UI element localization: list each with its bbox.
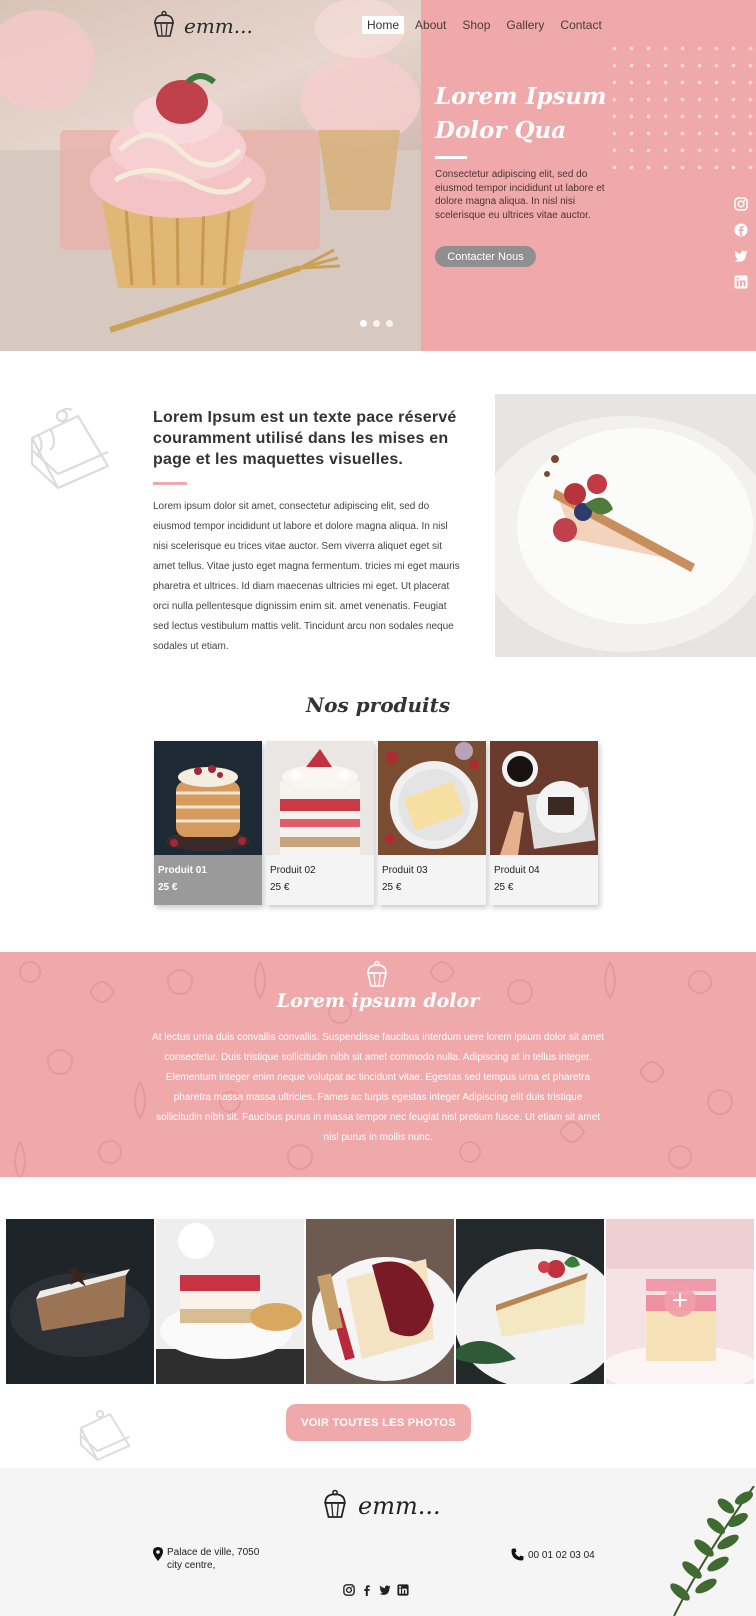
- nav-gallery[interactable]: Gallery: [501, 16, 549, 34]
- slider-dot-2[interactable]: [373, 320, 380, 327]
- product-name: Produit 04: [494, 865, 540, 876]
- cupcake-icon: [322, 1488, 348, 1524]
- slider-dots: [360, 320, 393, 327]
- footer-logo-text: emm...: [358, 1492, 441, 1520]
- phone-icon: [511, 1546, 524, 1565]
- product-image: [266, 741, 374, 855]
- product-name: Produit 03: [382, 865, 428, 876]
- hero-cupcake-photo: [0, 0, 421, 351]
- product-card[interactable]: Produit 02 25 €: [266, 741, 374, 905]
- product-price: 25 €: [158, 882, 178, 893]
- product-price: 25 €: [270, 882, 290, 893]
- slider-dot-1[interactable]: [360, 320, 367, 327]
- cupcake-icon: [364, 960, 390, 992]
- gallery-photo[interactable]: [6, 1219, 154, 1384]
- products-title: Nos produits: [305, 693, 451, 717]
- pink-info-band: Lorem ipsum dolor At lectus urna duis co…: [0, 952, 756, 1177]
- hero-title: Lorem Ipsum Dolor Qua: [435, 83, 607, 144]
- product-image: [154, 741, 262, 855]
- product-image: [378, 741, 486, 855]
- intro-heading-underline: [153, 482, 187, 485]
- nav-shop[interactable]: Shop: [457, 16, 495, 34]
- nav-about[interactable]: About: [410, 16, 451, 34]
- facebook-icon[interactable]: [361, 1581, 373, 1596]
- footer: emm... Palace de ville, 7050 city centre…: [0, 1468, 756, 1616]
- footer-logo[interactable]: emm...: [322, 1488, 441, 1524]
- product-name: Produit 01: [158, 865, 207, 876]
- product-card[interactable]: Produit 01 25 €: [154, 741, 262, 905]
- gallery-photo[interactable]: [306, 1219, 454, 1384]
- cupcake-icon: [152, 10, 176, 42]
- intro-heading: Lorem Ipsum est un texte pace réservé co…: [153, 409, 457, 468]
- hero-text: Consectetur adipiscing elit, sed do eius…: [435, 169, 605, 221]
- product-card[interactable]: Produit 03 25 €: [378, 741, 486, 905]
- contact-button[interactable]: Contacter Nous: [435, 246, 536, 267]
- cheesecake-photo: [495, 394, 756, 657]
- address-line-1: Palace de ville, 7050: [167, 1547, 260, 1558]
- product-price: 25 €: [382, 882, 402, 893]
- expand-plus-icon[interactable]: +: [664, 1285, 696, 1317]
- location-pin-icon: [153, 1546, 163, 1572]
- twitter-icon[interactable]: [734, 248, 748, 262]
- product-price: 25 €: [494, 882, 514, 893]
- phone-number: 00 01 02 03 04: [528, 1550, 595, 1561]
- twitter-icon[interactable]: [379, 1581, 391, 1595]
- product-image: [490, 741, 598, 855]
- nav-home[interactable]: Home: [362, 16, 405, 34]
- band-title: Lorem ipsum dolor: [276, 990, 480, 1012]
- gallery-photo[interactable]: [456, 1219, 604, 1384]
- logo-text: emm...: [184, 14, 253, 38]
- linkedin-icon[interactable]: [397, 1581, 409, 1596]
- gallery-photo[interactable]: +: [606, 1219, 754, 1384]
- hero-social-links: [734, 196, 748, 289]
- footer-address: Palace de ville, 7050 city centre,: [153, 1546, 259, 1572]
- cake-slice-outline-icon: [28, 407, 112, 500]
- hero-title-underline: [435, 156, 467, 159]
- slider-dot-3[interactable]: [386, 320, 393, 327]
- product-name: Produit 02: [270, 865, 316, 876]
- gallery-photo[interactable]: [156, 1219, 304, 1384]
- facebook-icon[interactable]: [734, 222, 748, 237]
- instagram-icon[interactable]: [734, 196, 748, 211]
- hero-section: emm... Home About Shop Gallery Contact L…: [0, 0, 756, 351]
- main-nav: Home About Shop Gallery Contact: [362, 16, 613, 34]
- nav-contact[interactable]: Contact: [555, 16, 606, 34]
- product-card[interactable]: Produit 04 25 €: [490, 741, 598, 905]
- band-text: At lectus urna duis convallis convallis.…: [152, 1032, 604, 1143]
- product-list: Produit 01 25 € Produit 02 25 € Produit …: [154, 741, 598, 905]
- footer-phone[interactable]: 00 01 02 03 04: [511, 1546, 595, 1565]
- photo-gallery: +: [6, 1219, 754, 1384]
- footer-social-links: [343, 1581, 409, 1596]
- view-all-photos-button[interactable]: VOIR TOUTES LES PHOTOS: [286, 1404, 471, 1441]
- plant-leaves-decoration: [664, 1485, 756, 1616]
- linkedin-icon[interactable]: [734, 274, 748, 289]
- intro-text: Lorem ipsum dolor sit amet, consectetur …: [153, 501, 460, 652]
- cake-slice-outline-icon: [78, 1409, 132, 1469]
- instagram-icon[interactable]: [343, 1581, 355, 1596]
- address-line-2: city centre,: [167, 1560, 216, 1571]
- logo[interactable]: emm...: [152, 10, 253, 42]
